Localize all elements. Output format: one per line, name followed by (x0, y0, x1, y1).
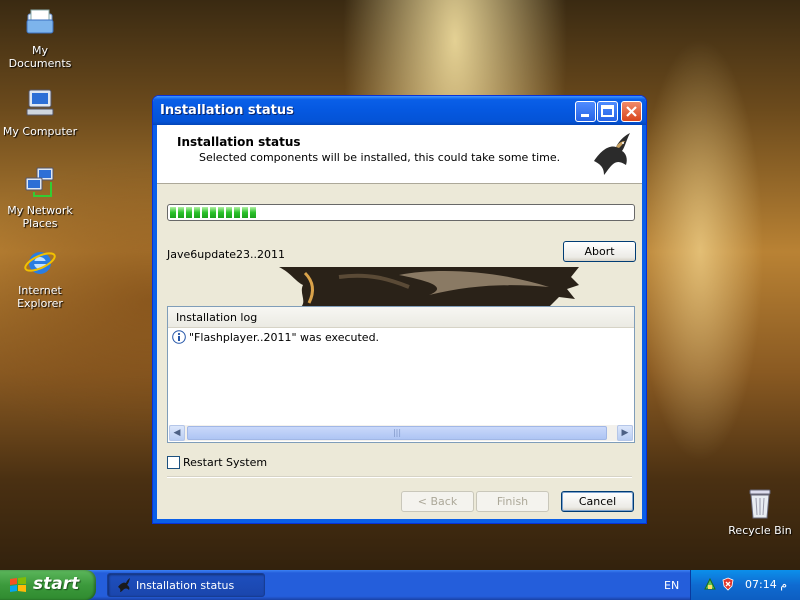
desktop-icon-my-computer[interactable]: My Computer (0, 87, 80, 138)
progress-bar (167, 204, 635, 221)
log-header: Installation log (168, 307, 634, 328)
internet-explorer-icon (24, 252, 56, 274)
desktop-icon-label: Recycle Bin (728, 524, 792, 537)
back-button[interactable]: < Back (401, 491, 474, 512)
progress-fill (170, 207, 258, 218)
progress-block (234, 207, 240, 218)
progress-block (250, 207, 256, 218)
progress-block (202, 207, 208, 218)
language-indicator[interactable]: EN (664, 579, 679, 592)
clock[interactable]: 07:14 م (745, 578, 787, 591)
log-entry-text: "Flashplayer..2011" was executed. (189, 331, 380, 344)
taskbar-item-label: Installation status (136, 579, 235, 592)
minimize-button[interactable] (575, 101, 596, 122)
desktop-icon-label: My Network Places (7, 204, 73, 230)
title-bar[interactable]: Installation status (153, 96, 646, 125)
header-subtitle: Selected components will be installed, t… (199, 151, 561, 164)
progress-block (226, 207, 232, 218)
cancel-button[interactable]: Cancel (561, 491, 634, 512)
taskbar: start Installation status EN 07:14 م (0, 570, 800, 600)
finish-button[interactable]: Finish (476, 491, 549, 512)
eagle-logo-icon (594, 133, 630, 175)
progress-block (218, 207, 224, 218)
network-tray-icon[interactable] (703, 577, 717, 591)
progress-block (186, 207, 192, 218)
desktop-icon-recycle-bin[interactable]: Recycle Bin (725, 486, 795, 537)
progress-block (178, 207, 184, 218)
checkbox-label: Restart System (183, 456, 268, 469)
system-tray: 07:14 م (690, 570, 800, 600)
eagle-banner-image (279, 267, 579, 307)
progress-block (170, 207, 176, 218)
taskbar-item-installation-status[interactable]: Installation status (107, 573, 265, 597)
scroll-left-button[interactable]: ◀ (169, 425, 185, 441)
windows-logo-icon (10, 577, 26, 592)
start-button[interactable]: start (0, 570, 96, 600)
close-button[interactable] (621, 101, 642, 122)
close-icon (626, 106, 637, 117)
window-frame (153, 125, 157, 523)
desktop-icon-label: Internet Explorer (17, 284, 63, 310)
computer-icon (26, 89, 54, 116)
desktop-icon-internet-explorer[interactable]: Internet Explorer (0, 246, 80, 310)
window-frame (642, 125, 646, 523)
security-shield-icon[interactable] (721, 577, 735, 591)
progress-block (210, 207, 216, 218)
abort-button[interactable]: Abort (563, 241, 636, 262)
checkbox-box[interactable] (167, 456, 180, 469)
header-panel: Installation status Selected components … (157, 125, 642, 184)
desktop-icon-label: My Computer (2, 125, 78, 138)
desktop-icon-label: My Documents (8, 44, 72, 70)
horizontal-scrollbar[interactable]: ◀ ||| ▶ (169, 425, 633, 441)
installation-log[interactable]: Installation log "Flashplayer..2011" was… (167, 306, 635, 443)
maximize-icon (601, 105, 614, 117)
separator (167, 476, 632, 478)
scroll-right-button[interactable]: ▶ (617, 425, 633, 441)
minimize-icon (581, 114, 589, 117)
recycle-bin-icon (749, 489, 771, 519)
maximize-button[interactable] (597, 101, 618, 122)
header-title: Installation status (177, 135, 301, 149)
progress-block (194, 207, 200, 218)
desktop-icon-my-documents[interactable]: My Documents (0, 6, 80, 70)
folder-documents-icon (26, 9, 54, 34)
start-label: start (33, 574, 80, 594)
eagle-logo-icon (118, 578, 130, 592)
desktop-icon-my-network-places[interactable]: My Network Places (0, 166, 80, 230)
installer-window: Installation status Installation status … (152, 95, 647, 524)
log-header-label: Installation log (176, 311, 258, 324)
window-frame (153, 519, 646, 523)
current-item-label: Jave6update23..2011 (167, 248, 286, 261)
info-icon (172, 330, 186, 344)
network-icon (25, 167, 54, 197)
progress-block (242, 207, 248, 218)
scrollbar-thumb[interactable]: ||| (187, 426, 607, 440)
window-title: Installation status (160, 103, 294, 118)
